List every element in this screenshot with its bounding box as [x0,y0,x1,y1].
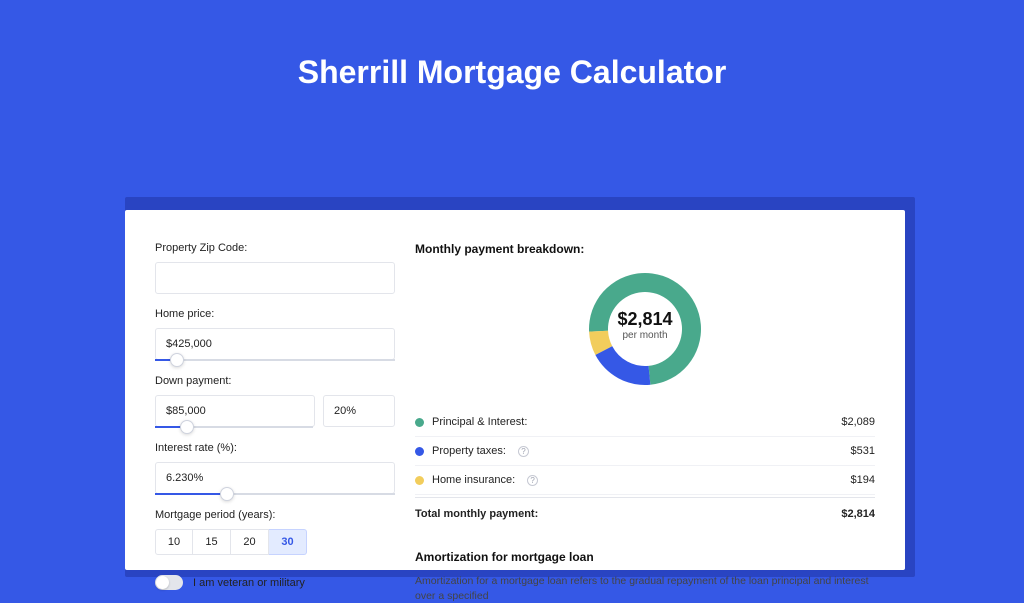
zip-label: Property Zip Code: [155,242,395,254]
help-icon[interactable]: ? [527,475,538,486]
period-option-15[interactable]: 15 [193,529,231,555]
breakdown-title: Monthly payment breakdown: [415,242,875,256]
amort-text: Amortization for a mortgage loan refers … [415,574,875,603]
field-period: Mortgage period (years): 10152030 [155,509,395,555]
amort-title: Amortization for mortgage loan [415,550,875,564]
zip-input[interactable] [155,262,395,294]
field-home-price: Home price: [155,308,395,361]
total-value: $2,814 [841,508,875,520]
page-title: Sherrill Mortgage Calculator [0,54,1024,91]
down-payment-slider[interactable] [155,426,313,428]
legend-value: $194 [851,474,875,486]
legend-total: Total monthly payment: $2,814 [415,497,875,528]
veteran-toggle[interactable] [155,575,183,590]
legend-item: Principal & Interest: $2,089 [415,408,875,437]
legend-label: Property taxes: [432,445,506,457]
veteran-row: I am veteran or military [155,575,395,590]
legend-label: Home insurance: [432,474,515,486]
legend-label: Principal & Interest: [432,416,527,428]
field-zip: Property Zip Code: [155,242,395,294]
legend-dot [415,447,424,456]
legend-dot [415,418,424,427]
help-icon[interactable]: ? [518,446,529,457]
field-interest: Interest rate (%): [155,442,395,495]
donut-chart: $2,814per month [415,268,875,390]
period-option-20[interactable]: 20 [231,529,269,555]
legend-item: Home insurance:? $194 [415,466,875,495]
legend-value: $2,089 [841,416,875,428]
period-option-10[interactable]: 10 [155,529,193,555]
down-payment-input[interactable] [155,395,315,427]
legend: Principal & Interest: $2,089 Property taxe… [415,408,875,495]
down-payment-pct-input[interactable] [323,395,395,427]
down-payment-slider-thumb[interactable] [180,420,194,434]
total-label: Total monthly payment: [415,508,538,520]
interest-slider[interactable] [155,493,395,495]
veteran-toggle-knob [156,576,169,589]
home-price-slider[interactable] [155,359,395,361]
legend-dot [415,476,424,485]
form-column: Property Zip Code: Home price: Down paym… [155,242,395,570]
home-price-slider-thumb[interactable] [170,353,184,367]
period-label: Mortgage period (years): [155,509,395,521]
down-payment-label: Down payment: [155,375,395,387]
donut-svg: $2,814per month [584,268,706,390]
period-option-30[interactable]: 30 [269,529,307,555]
calculator-card: Property Zip Code: Home price: Down paym… [125,210,905,570]
interest-input[interactable] [155,462,395,494]
interest-slider-thumb[interactable] [220,487,234,501]
home-price-label: Home price: [155,308,395,320]
donut-amount: $2,814 [605,309,685,330]
veteran-label: I am veteran or military [193,577,305,589]
donut-slice [595,346,650,385]
legend-item: Property taxes:? $531 [415,437,875,466]
interest-label: Interest rate (%): [155,442,395,454]
donut-sub: per month [605,330,685,341]
home-price-input[interactable] [155,328,395,360]
field-down-payment: Down payment: [155,375,395,428]
legend-value: $531 [851,445,875,457]
breakdown-column: Monthly payment breakdown: $2,814per mon… [415,242,875,570]
